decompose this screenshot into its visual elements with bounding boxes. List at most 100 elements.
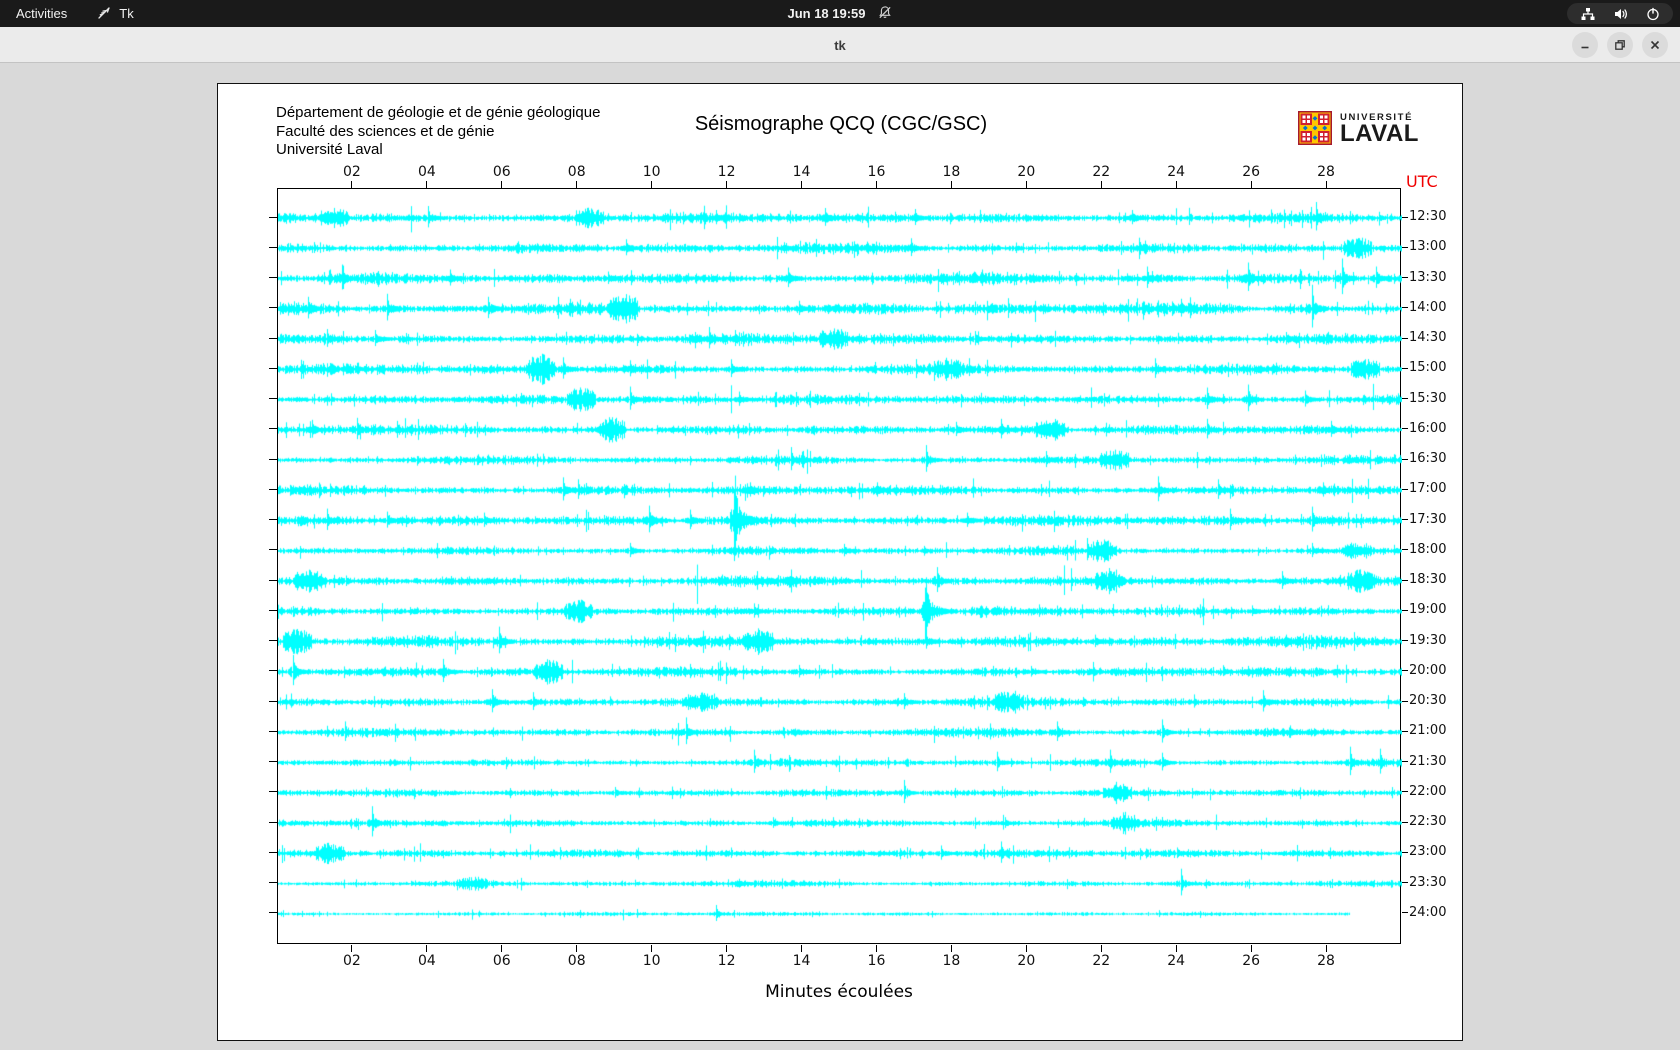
clock[interactable]: Jun 18 19:59 [787,0,892,27]
trace-tick-right [1402,488,1408,490]
x-tick-bottom [1025,945,1027,952]
utc-axis-label: UTC [1406,172,1438,191]
trace-tick-right [1402,277,1408,279]
universite-laval-logo: UNIVERSITÉ LAVAL [1298,111,1419,145]
trace-time-label: 19:00 [1409,602,1447,618]
x-tick-bottom [501,945,503,952]
clock-text: Jun 18 19:59 [787,6,866,21]
trace-tick-right [1402,428,1408,430]
x-tick-label-bottom: 22 [1092,953,1111,969]
trace-tick-left [269,609,277,611]
x-tick-top [1325,181,1327,188]
x-tick-bottom [726,945,728,952]
window-titlebar[interactable]: tk [0,27,1680,63]
x-tick-label-bottom: 28 [1317,953,1335,969]
trace-tick-right [1402,700,1408,702]
x-tick-label-top: 16 [867,164,886,180]
window-title: tk [834,37,846,53]
x-tick-top [1175,181,1177,188]
x-tick-top [950,181,952,188]
x-tick-label-bottom: 14 [792,953,811,969]
trace-tick-right [1402,821,1408,823]
trace-tick-right [1402,761,1408,763]
trace-tick-left [269,730,277,732]
volume-icon [1613,7,1629,21]
x-tick-top [501,181,503,188]
x-tick-label-bottom: 08 [567,953,586,969]
x-tick-label-bottom: 16 [867,953,886,969]
tk-app-indicator[interactable]: Tk [97,5,134,23]
power-icon [1646,7,1660,21]
trace-tick-left [269,670,277,672]
trace-time-label: 16:30 [1409,451,1447,467]
x-tick-bottom [801,945,803,952]
maximize-button[interactable] [1607,32,1633,58]
system-status-area[interactable] [1567,3,1673,24]
x-tick-label-top: 12 [717,164,736,180]
trace-tick-left [269,912,277,914]
tk-root-background: Département de géologie et de génie géol… [0,64,1680,1050]
x-tick-top [801,181,803,188]
trace-tick-left [269,640,277,642]
trace-tick-right [1402,337,1408,339]
trace-tick-right [1402,519,1408,521]
x-tick-bottom [351,945,353,952]
trace-tick-right [1402,609,1408,611]
trace-tick-right [1402,670,1408,672]
trace-tick-right [1402,549,1408,551]
x-tick-label-top: 18 [942,164,961,180]
department-line-3: Université Laval [276,141,383,158]
x-tick-label-top: 24 [1167,164,1186,180]
x-tick-label-top: 22 [1092,164,1111,180]
trace-time-label: 24:00 [1409,904,1447,920]
trace-tick-left [269,549,277,551]
trace-time-label: 13:00 [1409,239,1447,255]
trace-time-label: 17:00 [1409,481,1447,497]
x-tick-label-bottom: 02 [343,953,361,969]
trace-time-label: 14:30 [1409,330,1447,346]
trace-tick-right [1402,398,1408,400]
seismograph-canvas-window: Département de géologie et de génie géol… [217,83,1463,1041]
trace-time-label: 12:30 [1409,209,1447,224]
trace-tick-left [269,851,277,853]
activities-button[interactable]: Activities [0,0,83,27]
trace-time-label: 20:30 [1409,693,1447,709]
x-tick-label-bottom: 18 [942,953,961,969]
trace-time-label: 20:00 [1409,662,1447,678]
trace-tick-right [1402,730,1408,732]
laval-crest-icon [1298,111,1332,145]
x-tick-label-bottom: 10 [642,953,661,969]
trace-tick-left [269,761,277,763]
trace-time-label: 19:30 [1409,632,1447,648]
close-button[interactable] [1642,32,1668,58]
x-tick-top [426,181,428,188]
trace-tick-left [269,428,277,430]
trace-tick-right [1402,307,1408,309]
tk-app-label: Tk [119,6,134,21]
x-tick-top [726,181,728,188]
trace-tick-right [1402,579,1408,581]
x-tick-label-top: 14 [792,164,811,180]
x-tick-bottom [1175,945,1177,952]
trace-tick-right [1402,216,1408,218]
trace-tick-left [269,367,277,369]
trace-time-label: 23:00 [1409,844,1447,860]
seismogram-traces [278,189,1402,945]
trace-time-label: 18:00 [1409,541,1447,557]
x-axis-title: Minutes écoulées [765,982,913,1002]
page-title: Séismographe QCQ (CGC/GSC) [694,113,988,135]
minimize-button[interactable] [1572,32,1598,58]
trace-tick-left [269,821,277,823]
x-tick-bottom [950,945,952,952]
x-tick-bottom [1100,945,1102,952]
notifications-muted-icon [878,5,893,23]
trace-time-label: 21:00 [1409,723,1447,739]
x-tick-top [1100,181,1102,188]
trace-tick-right [1402,640,1408,642]
trace-tick-right [1402,246,1408,248]
x-tick-label-top: 28 [1317,164,1335,180]
x-tick-label-top: 02 [343,164,361,180]
x-tick-top [875,181,877,188]
trace-tick-left [269,216,277,218]
x-tick-label-top: 08 [567,164,586,180]
